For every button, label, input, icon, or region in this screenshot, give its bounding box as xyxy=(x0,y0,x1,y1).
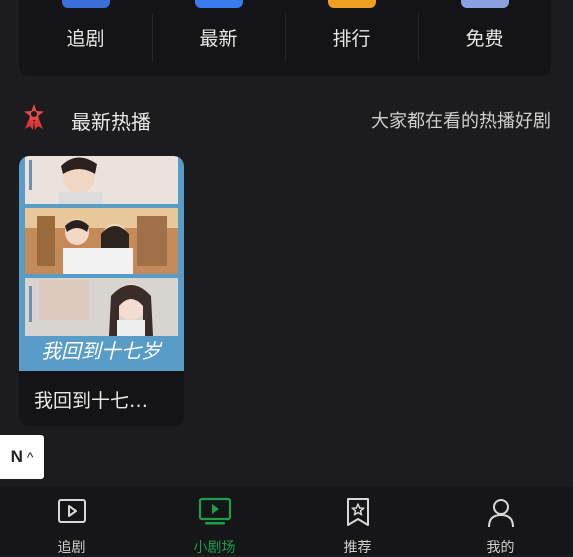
tv-play-icon xyxy=(198,497,231,525)
star-badge-icon xyxy=(24,104,44,130)
nav-label-mine: 我的 xyxy=(486,540,515,556)
category-chase-icon xyxy=(61,0,110,8)
collapse-chip[interactable]: N ^ xyxy=(0,435,44,479)
nav-item-mine[interactable]: 我的 xyxy=(429,487,572,556)
drama-card[interactable]: 我回到十七岁 我回到十七… xyxy=(19,156,184,426)
drama-title: 我回到十七… xyxy=(34,390,149,412)
chevron-up-icon: ^ xyxy=(26,449,34,465)
category-latest[interactable]: 最新 xyxy=(152,0,285,76)
category-chase-label: 追剧 xyxy=(66,28,105,50)
nav-label-recommend: 推荐 xyxy=(343,540,372,556)
play-square-icon xyxy=(57,499,86,523)
category-free-label: 免费 xyxy=(465,28,504,50)
category-free-icon xyxy=(460,0,509,8)
nav-label-chase: 追剧 xyxy=(57,540,86,556)
bookmark-star-icon xyxy=(346,498,369,526)
section-subtitle[interactable]: 大家都在看的热播好剧 xyxy=(371,107,551,133)
chip-label: N xyxy=(10,447,23,466)
bottom-nav: 追剧 小剧场 推荐 我的 xyxy=(0,487,573,556)
category-ranking[interactable]: 排行 xyxy=(285,0,418,76)
category-free[interactable]: 免费 xyxy=(418,0,551,76)
drama-poster[interactable]: 我回到十七岁 xyxy=(19,156,184,371)
section-title: 最新热播 xyxy=(71,110,151,134)
nav-label-theater: 小剧场 xyxy=(193,540,236,556)
category-chase[interactable]: 追剧 xyxy=(19,0,152,76)
category-latest-icon xyxy=(194,0,243,8)
nav-item-theater[interactable]: 小剧场 xyxy=(143,487,286,556)
nav-item-chase[interactable]: 追剧 xyxy=(0,487,143,556)
poster-title: 我回到十七岁 xyxy=(41,339,163,363)
category-bar: 追剧 最新 排行 免费 xyxy=(19,0,551,76)
category-ranking-label: 排行 xyxy=(332,28,371,50)
category-ranking-icon xyxy=(327,0,376,8)
category-latest-label: 最新 xyxy=(199,28,238,50)
nav-item-recommend[interactable]: 推荐 xyxy=(286,487,429,556)
person-icon xyxy=(487,499,514,528)
